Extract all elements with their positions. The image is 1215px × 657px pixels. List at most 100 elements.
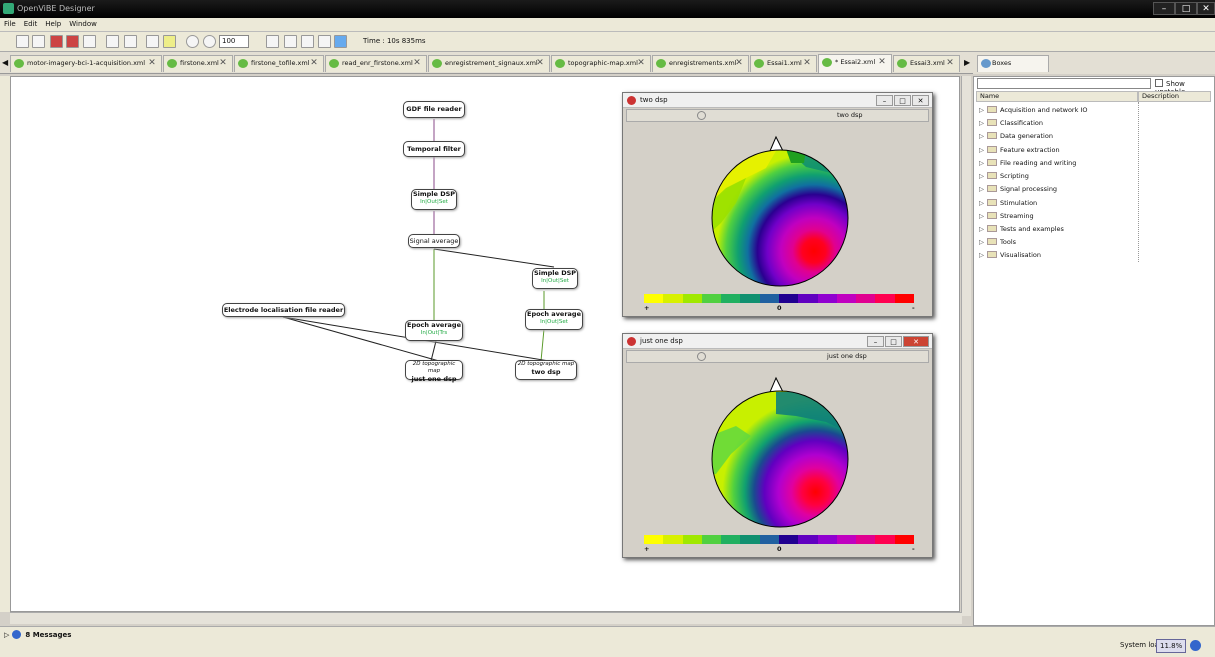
link-sigavg-dsp2 <box>433 248 555 268</box>
win-close-button[interactable]: ✕ <box>903 336 929 347</box>
folder-icon <box>987 159 997 166</box>
column-description[interactable]: Description <box>1138 91 1211 102</box>
node-simple-dsp-2[interactable]: Simple DSP In|Out|Set <box>532 268 578 289</box>
info-icon[interactable] <box>1190 640 1201 651</box>
close-tab-icon[interactable]: ✕ <box>801 57 813 69</box>
boxes-tab[interactable]: Boxes <box>977 55 1049 72</box>
win-min-button[interactable]: – <box>867 336 884 347</box>
log-icon[interactable] <box>146 35 159 48</box>
folder-icon <box>987 185 997 192</box>
node-simple-dsp-1[interactable]: Simple DSP In|Out|Set <box>411 189 457 210</box>
node-signal-average[interactable]: Signal average <box>408 234 460 248</box>
scenario-icon <box>656 59 666 68</box>
maximize-button[interactable]: □ <box>1175 2 1197 15</box>
stop-icon[interactable] <box>266 35 279 48</box>
close-tab-icon[interactable]: ✕ <box>308 57 320 69</box>
tab-5[interactable]: topographic-map.xml ✕ <box>551 55 651 72</box>
node-topo-map-2[interactable]: 2D topographic map two dsp <box>515 360 577 380</box>
tree-item-feature-extraction[interactable]: ▷ Feature extraction <box>979 145 1060 155</box>
fast-forward-icon[interactable] <box>334 35 347 48</box>
window-title: two dsp <box>640 96 668 104</box>
legend-swatch <box>778 535 799 544</box>
open-icon[interactable] <box>32 35 45 48</box>
tab-0[interactable]: motor-imagery-bci-1-acquisition.xml ✕ <box>10 55 162 72</box>
tree-item-visualisation[interactable]: ▷ Visualisation <box>979 250 1041 260</box>
tree-item-tests[interactable]: ▷ Tests and examples <box>979 224 1064 234</box>
close-button[interactable]: ✕ <box>1197 2 1215 15</box>
win-max-button[interactable]: □ <box>894 95 911 106</box>
play-icon[interactable] <box>318 35 331 48</box>
close-scenario-icon[interactable] <box>83 35 96 48</box>
window-just-one-dsp[interactable]: just one dsp – □ ✕ just one dsp + 0 - <box>622 333 933 558</box>
tree-item-stimulation[interactable]: ▷ Stimulation <box>979 198 1037 208</box>
node-electrode-reader[interactable]: Electrode localisation file reader <box>222 303 345 317</box>
close-tab-icon[interactable]: ✕ <box>411 57 423 69</box>
tree-item-file-rw[interactable]: ▷ File reading and writing <box>979 158 1076 168</box>
close-tab-icon[interactable]: ✕ <box>876 56 888 68</box>
tab-scroll-left-icon[interactable]: ◀ <box>2 58 8 67</box>
tab-scroll-right-icon[interactable]: ▶ <box>964 58 970 67</box>
node-epoch-average-2[interactable]: Epoch average In|Out|Set <box>525 309 583 330</box>
menu-edit[interactable]: Edit <box>20 18 42 30</box>
zoom-input[interactable]: 100 <box>219 35 249 48</box>
tab-8-active[interactable]: * Essai2.xml ✕ <box>818 54 892 73</box>
node-io: In|Out|Set <box>420 199 448 205</box>
zoom-out-icon[interactable] <box>203 35 216 48</box>
messages-toggle[interactable]: ▷ 8 Messages <box>4 630 71 639</box>
tree-item-streaming[interactable]: ▷ Streaming <box>979 211 1034 221</box>
node-topo-map-1[interactable]: 2D topographic map just one dsp <box>405 360 463 383</box>
tab-3[interactable]: read_enr_firstone.xml ✕ <box>325 55 427 72</box>
legend-plus: + <box>644 545 650 553</box>
vertical-scrollbar[interactable] <box>961 76 971 616</box>
window-two-dsp[interactable]: two dsp – □ ✕ two dsp + 0 - <box>622 92 933 317</box>
tree-item-tools[interactable]: ▷ Tools <box>979 237 1016 247</box>
scenario-icon <box>897 59 907 68</box>
zoom-in-icon[interactable] <box>186 35 199 48</box>
horizontal-scrollbar[interactable] <box>10 612 962 624</box>
close-tab-icon[interactable]: ✕ <box>635 57 647 69</box>
edit-icon[interactable] <box>124 35 137 48</box>
save-as-icon[interactable] <box>66 35 79 48</box>
window-subbar: just one dsp <box>626 350 929 363</box>
close-tab-icon[interactable]: ✕ <box>944 57 956 69</box>
tab-1[interactable]: firstone.xml ✕ <box>163 55 233 72</box>
tab-7[interactable]: Essai1.xml ✕ <box>750 55 817 72</box>
win-close-button[interactable]: ✕ <box>912 95 929 106</box>
pause-icon[interactable] <box>301 35 314 48</box>
folder-icon <box>987 251 997 258</box>
tree-item-scripting[interactable]: ▷ Scripting <box>979 171 1029 181</box>
tree-item-signal-processing[interactable]: ▷ Signal processing <box>979 184 1057 194</box>
save-icon[interactable] <box>50 35 63 48</box>
menu-window[interactable]: Window <box>65 18 101 30</box>
new-icon[interactable] <box>16 35 29 48</box>
box-search-input[interactable] <box>977 78 1151 89</box>
close-tab-icon[interactable]: ✕ <box>534 57 546 69</box>
tab-4[interactable]: enregistrement_signaux.xml ✕ <box>428 55 550 72</box>
close-tab-icon[interactable]: ✕ <box>733 57 745 69</box>
column-name[interactable]: Name <box>976 91 1138 102</box>
link-icon[interactable] <box>697 111 706 120</box>
legend-swatch <box>721 294 741 303</box>
menu-file[interactable]: File <box>0 18 20 30</box>
step-icon[interactable] <box>284 35 297 48</box>
close-tab-icon[interactable]: ✕ <box>217 57 229 69</box>
legend-swatch <box>856 535 876 544</box>
node-epoch-average-1[interactable]: Epoch average In|Out|Trs <box>405 320 463 341</box>
tree-item-data-generation[interactable]: ▷ Data generation <box>979 131 1053 141</box>
minimize-button[interactable]: – <box>1153 2 1175 15</box>
tree-item-classification[interactable]: ▷ Classification <box>979 118 1043 128</box>
tree-label: Tools <box>1000 238 1017 246</box>
tab-9[interactable]: Essai3.xml ✕ <box>893 55 960 72</box>
win-min-button[interactable]: – <box>876 95 893 106</box>
node-temporal-filter[interactable]: Temporal filter <box>403 141 465 157</box>
tree-item-acquisition[interactable]: ▷ Acquisition and network IO <box>979 105 1087 115</box>
win-max-button[interactable]: □ <box>885 336 902 347</box>
link-icon[interactable] <box>697 352 706 361</box>
menu-help[interactable]: Help <box>41 18 65 30</box>
tab-6[interactable]: enregistrements.xml ✕ <box>652 55 749 72</box>
tab-2[interactable]: firstone_tofile.xml ✕ <box>234 55 324 72</box>
close-tab-icon[interactable]: ✕ <box>146 57 158 69</box>
node-gdf-reader[interactable]: GDF file reader <box>403 101 465 118</box>
delete-icon[interactable] <box>106 35 119 48</box>
star-icon[interactable] <box>163 35 176 48</box>
